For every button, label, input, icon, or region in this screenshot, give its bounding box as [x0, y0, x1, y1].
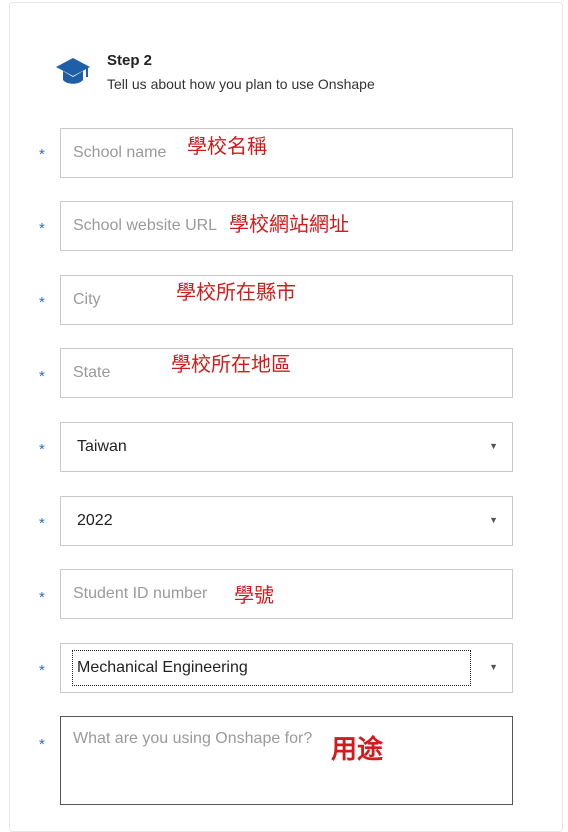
step-header: Step 2 Tell us about how you plan to use… [55, 52, 515, 96]
student-id-annotation: 學號 [234, 585, 274, 607]
caret-down-icon[interactable]: ▼ [489, 662, 498, 672]
major-select[interactable]: Mechanical Engineering ▼ [60, 643, 513, 693]
row-student-id: * Student ID number 學號 [0, 569, 568, 621]
usage-placeholder: What are you using Onshape for? [73, 730, 313, 747]
school-name-placeholder: School name [73, 144, 167, 161]
student-id-placeholder: Student ID number [73, 585, 208, 602]
required-marker: * [39, 368, 45, 385]
school-name-input[interactable]: School name [60, 128, 513, 178]
caret-down-icon[interactable]: ▼ [489, 441, 498, 451]
city-placeholder: City [73, 291, 101, 308]
row-country: * Taiwan ▼ [0, 422, 568, 474]
row-usage: * What are you using Onshape for? 用途 [0, 716, 568, 806]
student-id-input[interactable]: Student ID number [60, 569, 513, 619]
state-annotation: 學校所在地區 [171, 354, 291, 376]
required-marker: * [39, 662, 45, 679]
row-school-name: * School name 學校名稱 [0, 128, 568, 180]
school-website-placeholder: School website URL [73, 217, 218, 234]
row-major: * Mechanical Engineering ▼ [0, 643, 568, 695]
school-website-annotation: 學校網站網址 [229, 214, 349, 236]
row-city: * City 學校所在縣市 [0, 275, 568, 327]
required-marker: * [39, 441, 45, 458]
usage-textarea[interactable]: What are you using Onshape for? [60, 716, 513, 805]
required-marker: * [39, 736, 45, 753]
usage-annotation: 用途 [331, 734, 384, 764]
year-selected-value: 2022 [77, 512, 113, 529]
required-marker: * [39, 294, 45, 311]
school-name-annotation: 學校名稱 [187, 136, 267, 158]
step-title: Step 2 [107, 52, 153, 69]
graduation-year-select[interactable]: 2022 ▼ [60, 496, 513, 546]
major-selected-value: Mechanical Engineering [77, 659, 248, 676]
caret-down-icon[interactable]: ▼ [489, 515, 498, 525]
country-select[interactable]: Taiwan ▼ [60, 422, 513, 472]
country-selected-value: Taiwan [77, 438, 127, 455]
row-state: * State 學校所在地區 [0, 348, 568, 400]
state-placeholder: State [73, 364, 111, 381]
graduation-cap-icon [56, 58, 90, 84]
row-year: * 2022 ▼ [0, 496, 568, 548]
city-annotation: 學校所在縣市 [176, 282, 296, 304]
required-marker: * [39, 146, 45, 163]
required-marker: * [39, 589, 45, 606]
row-school-website: * School website URL 學校網站網址 [0, 201, 568, 253]
signup-card [9, 2, 563, 832]
step-subtitle: Tell us about how you plan to use Onshap… [107, 76, 375, 92]
required-marker: * [39, 515, 45, 532]
required-marker: * [39, 220, 45, 237]
